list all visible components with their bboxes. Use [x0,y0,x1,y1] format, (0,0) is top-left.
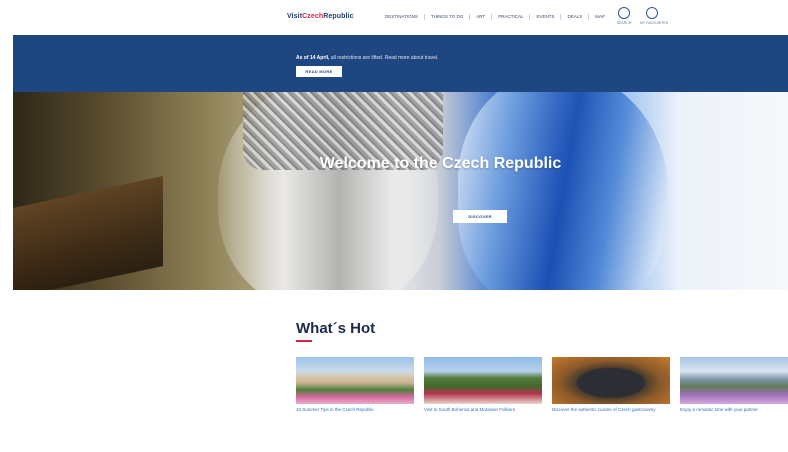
hot-card[interactable]: Enjoy a romantic time with your partner [680,357,788,421]
user-icon [646,7,658,19]
card-image-castle-garden[interactable] [296,357,414,404]
nav-item-events[interactable]: EVENTS [536,14,554,20]
favourites-label: MY FAVOURITES [640,21,669,25]
banner-text: As of 14 April, all restrictions are lif… [296,55,438,61]
nav-divider [423,14,425,20]
nav-item-art[interactable]: ART [476,14,485,20]
search-button[interactable]: SEARCH [612,7,636,25]
card-image-cuisine[interactable] [552,357,670,404]
hero-title: Welcome to the Czech Republic [319,155,562,172]
card-caption[interactable]: Discover the authentic cuisine of Czech … [552,407,670,421]
nav-item-deals[interactable]: DEALS [567,14,582,20]
nav-divider [588,14,590,20]
alert-banner: As of 14 April, all restrictions are lif… [13,35,788,92]
card-caption[interactable]: Enjoy a romantic time with your partner [680,407,788,421]
nav-item-map[interactable]: MAP [595,14,605,20]
card-image-town-view[interactable] [680,357,788,404]
nav-divider [529,14,531,20]
card-caption[interactable]: 10 Summer Tips in the Czech Republic [296,407,414,421]
card-image-folklore[interactable] [424,357,542,404]
hot-card[interactable]: 10 Summer Tips in the Czech Republic [296,357,414,421]
logo-part-visit: Visit [287,13,303,20]
nav-divider [491,14,493,20]
search-label: SEARCH [616,21,632,25]
search-icon [618,7,630,19]
nav-item-things-to-do[interactable]: THINGS TO DO [431,14,463,20]
main-nav: DESTINATIONS THINGS TO DO ART PRACTICAL … [385,14,605,20]
hot-card[interactable]: Discover the authentic cuisine of Czech … [552,357,670,421]
whats-hot-title: What´s Hot [296,320,376,337]
whats-hot-cards: 10 Summer Tips in the Czech Republic Vis… [296,357,788,421]
hero-discover-button[interactable]: DISCOVER [453,210,507,223]
hero-banner: Welcome to the Czech Republic DISCOVER [13,92,788,290]
site-header: VisitCzechRepublic DESTINATIONS THINGS T… [0,0,788,34]
logo-part-republic: Republic [323,13,354,20]
read-more-button[interactable]: READ MORE [296,66,342,77]
nav-item-practical[interactable]: PRACTICAL [498,14,523,20]
nav-divider [469,14,471,20]
banner-text-bold: As of 14 April, [296,55,330,61]
site-logo[interactable]: VisitCzechRepublic [287,13,354,20]
hero-glass-vase-right [458,92,668,290]
title-underline [296,340,312,342]
nav-divider [560,14,562,20]
hero-wood-decoration [13,176,163,290]
logo-part-czech: Czech [302,13,324,20]
nav-item-destinations[interactable]: DESTINATIONS [385,14,418,20]
favourites-button[interactable]: MY FAVOURITES [640,7,669,25]
banner-text-rest: all restrictions are lifted. Read more a… [329,55,439,61]
hot-card[interactable]: Visit to South Bohemia and Moravian Folk… [424,357,542,421]
card-caption[interactable]: Visit to South Bohemia and Moravian Folk… [424,407,542,421]
